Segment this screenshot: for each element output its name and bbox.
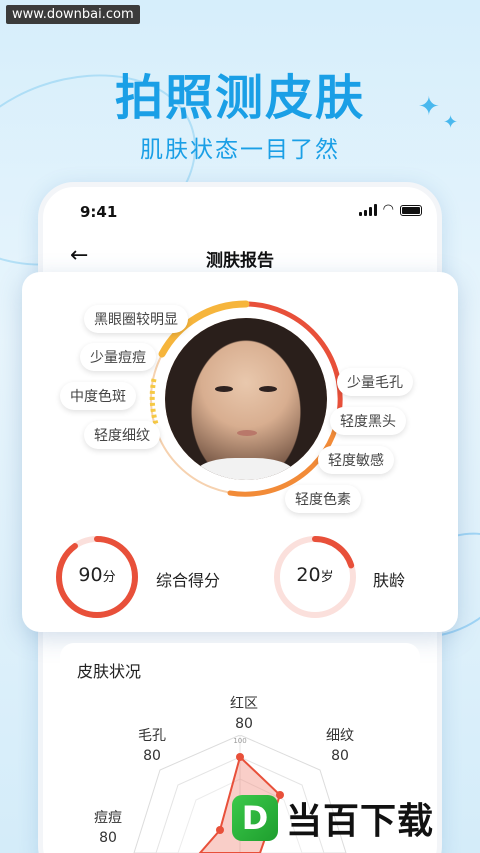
status-icons: ◠ bbox=[358, 202, 422, 217]
sparkle-icon: ✦ bbox=[443, 112, 459, 133]
face-photo bbox=[165, 318, 327, 480]
overall-score: 90分 bbox=[78, 564, 116, 586]
site-logo: D 当百下载 bbox=[232, 790, 472, 846]
overall-score-label: 综合得分 bbox=[156, 571, 221, 590]
skin-tag: 轻度色素 bbox=[285, 485, 361, 513]
skin-tag: 中度色斑 bbox=[60, 382, 136, 410]
battery-icon bbox=[400, 204, 422, 216]
radar-scale-label: 100 bbox=[233, 737, 246, 745]
section-title: 皮肤状况 bbox=[77, 662, 142, 681]
radar-label-pores: 毛孔 80 bbox=[138, 728, 166, 764]
skin-tag: 少量毛孔 bbox=[337, 368, 413, 396]
hero-subtitle: 肌肤状态一目了然 bbox=[140, 137, 340, 163]
skin-tag: 轻度敏感 bbox=[318, 446, 394, 474]
skin-age-label: 肤龄 bbox=[373, 571, 406, 590]
skin-tag: 黑眼圈较明显 bbox=[84, 305, 188, 333]
radar-label-acne: 痘痘 80 bbox=[94, 810, 122, 846]
page-title: 测肤报告 bbox=[206, 251, 274, 271]
logo-text: 当百下载 bbox=[286, 801, 435, 842]
radar-label-redzone: 红区 80 bbox=[230, 696, 258, 732]
signal-icon bbox=[358, 204, 377, 216]
wifi-icon: ◠ bbox=[382, 202, 394, 217]
watermark: www.downbai.com bbox=[6, 5, 140, 24]
logo-badge: D bbox=[232, 795, 278, 841]
skin-tag: 轻度细纹 bbox=[84, 421, 160, 449]
skin-tag: 轻度黑头 bbox=[330, 407, 406, 435]
status-time: 9:41 bbox=[80, 203, 118, 221]
radar-label-wrinkles: 细纹 80 bbox=[326, 728, 354, 764]
sparkle-icon: ✦ bbox=[418, 92, 440, 122]
skin-age: 20岁 bbox=[296, 564, 334, 586]
skin-tag: 少量痘痘 bbox=[80, 343, 156, 371]
hero-title: 拍照测皮肤 bbox=[114, 70, 365, 126]
